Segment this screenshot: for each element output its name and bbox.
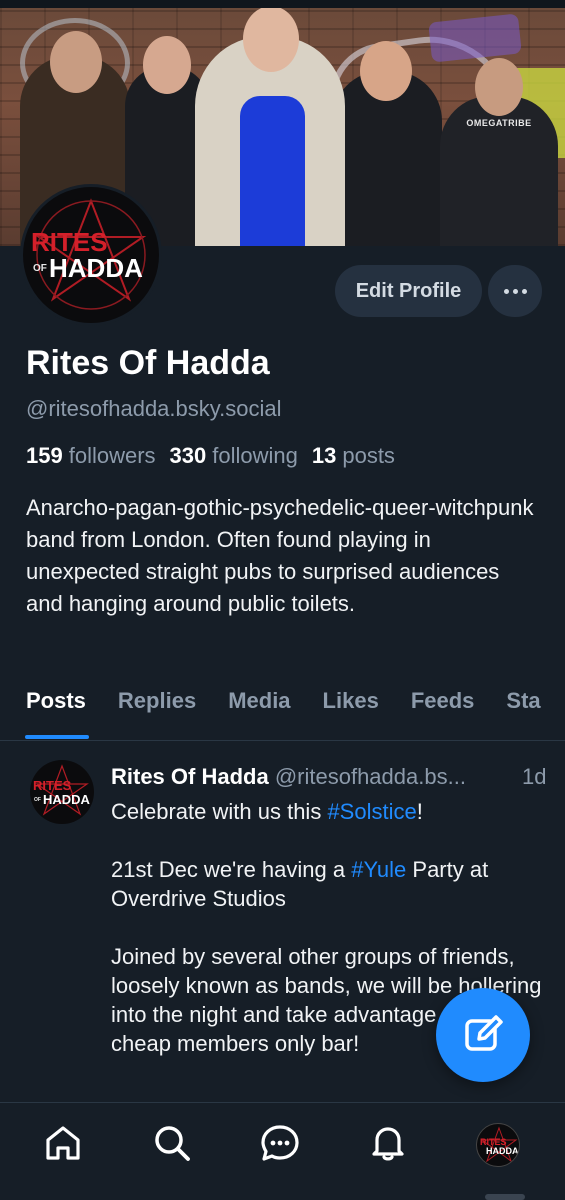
posts-label: posts (342, 443, 395, 468)
logo-text-of: OF (33, 263, 47, 274)
text: 21st Dec we're having a (111, 857, 352, 882)
shirt-print: OMEGATRIBE (466, 118, 532, 128)
bell-icon (372, 1127, 404, 1161)
followers-label: followers (68, 443, 156, 468)
followers-link[interactable]: 159 followers (26, 443, 156, 469)
post-author-name[interactable]: Rites Of Hadda (111, 764, 269, 789)
home-icon (46, 1126, 80, 1160)
tab-starter-packs[interactable]: Sta (506, 688, 540, 714)
status-bar (0, 0, 565, 8)
edit-profile-button[interactable]: Edit Profile (335, 265, 482, 317)
nav-notifications[interactable] (366, 1121, 410, 1165)
search-icon (155, 1126, 190, 1161)
display-name: Rites Of Hadda (26, 344, 270, 382)
nav-home[interactable] (41, 1121, 85, 1165)
post-paragraph: Celebrate with us this #Solstice! (111, 797, 551, 826)
profile-tabs: Posts Replies Media Likes Feeds Sta (26, 688, 565, 714)
handle: @ritesofhadda.bsky.social (26, 396, 282, 421)
logo-text-bottom: HADDA (43, 792, 91, 807)
text: ! (416, 799, 423, 824)
hashtag-link[interactable]: #Yule (351, 857, 406, 882)
logo-text-top: RITES (33, 778, 72, 793)
chat-icon (261, 1125, 299, 1161)
ellipsis-icon-dot (512, 288, 518, 294)
logo-text-bottom: HADDA (486, 1146, 519, 1156)
followers-count: 159 (26, 443, 63, 468)
logo-text-bottom: HADDA (49, 253, 143, 283)
nav-search[interactable] (150, 1121, 194, 1165)
tab-feeds[interactable]: Feeds (411, 688, 475, 714)
post-author-avatar[interactable]: RITES OF HADDA (30, 760, 94, 824)
compose-icon (465, 1015, 503, 1051)
following-label: following (212, 443, 298, 468)
posts-count: 13 (311, 443, 337, 468)
divider (0, 740, 565, 741)
tab-replies[interactable]: Replies (118, 688, 196, 714)
ellipsis-icon (503, 288, 509, 294)
profile-bio: Anarcho-pagan-gothic-psychedelic-queer-w… (26, 495, 534, 616)
hashtag-link[interactable]: #Solstice (327, 799, 416, 824)
active-tab-indicator (25, 735, 89, 739)
logo-text-of: OF (34, 797, 41, 803)
compose-post-button[interactable] (436, 988, 530, 1082)
tab-media[interactable]: Media (228, 688, 290, 714)
profile-stats: 159 followers 330 following 13 posts (26, 443, 409, 469)
band-member (332, 41, 442, 246)
post-timestamp[interactable]: 1d (522, 764, 546, 790)
posts-stat: 13 posts (312, 443, 395, 469)
following-link[interactable]: 330 following (170, 443, 298, 469)
home-indicator (485, 1194, 525, 1200)
tab-likes[interactable]: Likes (323, 688, 379, 714)
ellipsis-icon-dot (521, 288, 527, 294)
post-paragraph: 21st Dec we're having a #Yule Party at O… (111, 855, 551, 913)
band-member: OMEGATRIBE (440, 58, 558, 246)
band-member (195, 8, 345, 246)
more-options-button[interactable] (488, 265, 542, 317)
post-author-handle[interactable]: @ritesofhadda.bs... (275, 764, 466, 789)
tab-posts[interactable]: Posts (26, 688, 86, 714)
text: Celebrate with us this (111, 799, 328, 824)
profile-avatar[interactable]: RITES OF HADDA (20, 184, 162, 326)
nav-chat[interactable] (258, 1121, 302, 1165)
post-header[interactable]: Rites Of Hadda @ritesofhadda.bs... (111, 764, 551, 790)
bottom-navigation: RITES HADDA (0, 1102, 565, 1200)
following-count: 330 (169, 443, 207, 468)
nav-profile-avatar[interactable]: RITES HADDA (476, 1123, 520, 1167)
profile-page: OMEGATRIBE RITES OF HADDA Edit Profile R… (0, 0, 565, 1200)
